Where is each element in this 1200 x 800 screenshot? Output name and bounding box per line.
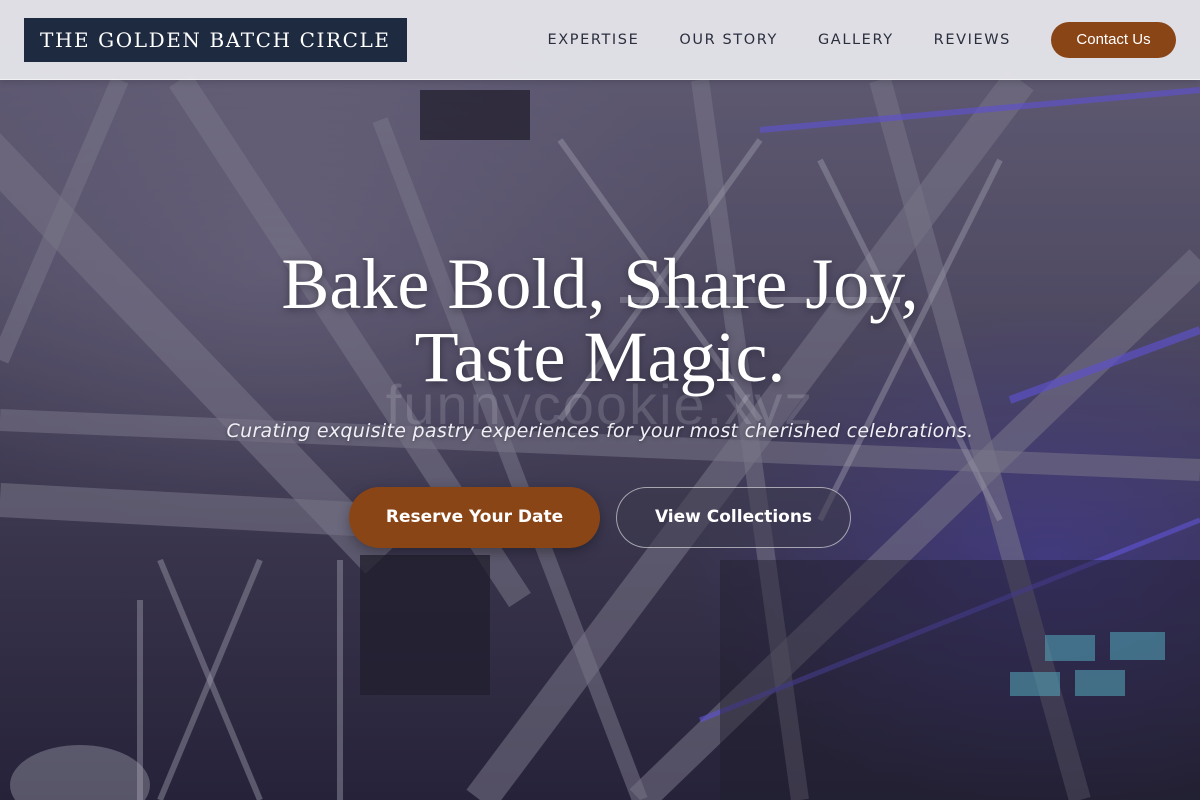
nav-link-gallery[interactable]: GALLERY [818, 32, 894, 48]
hero-subtitle: Curating exquisite pastry experiences fo… [226, 420, 974, 442]
site-header: THE GOLDEN BATCH CIRCLE EXPERTISE OUR ST… [0, 0, 1200, 80]
hero-title-line-1: Bake Bold, Share Joy, [281, 244, 919, 324]
nav-link-our-story[interactable]: OUR STORY [679, 32, 778, 48]
contact-us-button[interactable]: Contact Us [1051, 22, 1176, 58]
nav-link-expertise[interactable]: EXPERTISE [547, 32, 639, 48]
main-nav: EXPERTISE OUR STORY GALLERY REVIEWS [547, 0, 1011, 80]
nav-link-reviews[interactable]: REVIEWS [934, 32, 1011, 48]
view-collections-button[interactable]: View Collections [616, 487, 851, 548]
site-logo[interactable]: THE GOLDEN BATCH CIRCLE [24, 18, 407, 62]
reserve-date-button[interactable]: Reserve Your Date [349, 487, 600, 548]
